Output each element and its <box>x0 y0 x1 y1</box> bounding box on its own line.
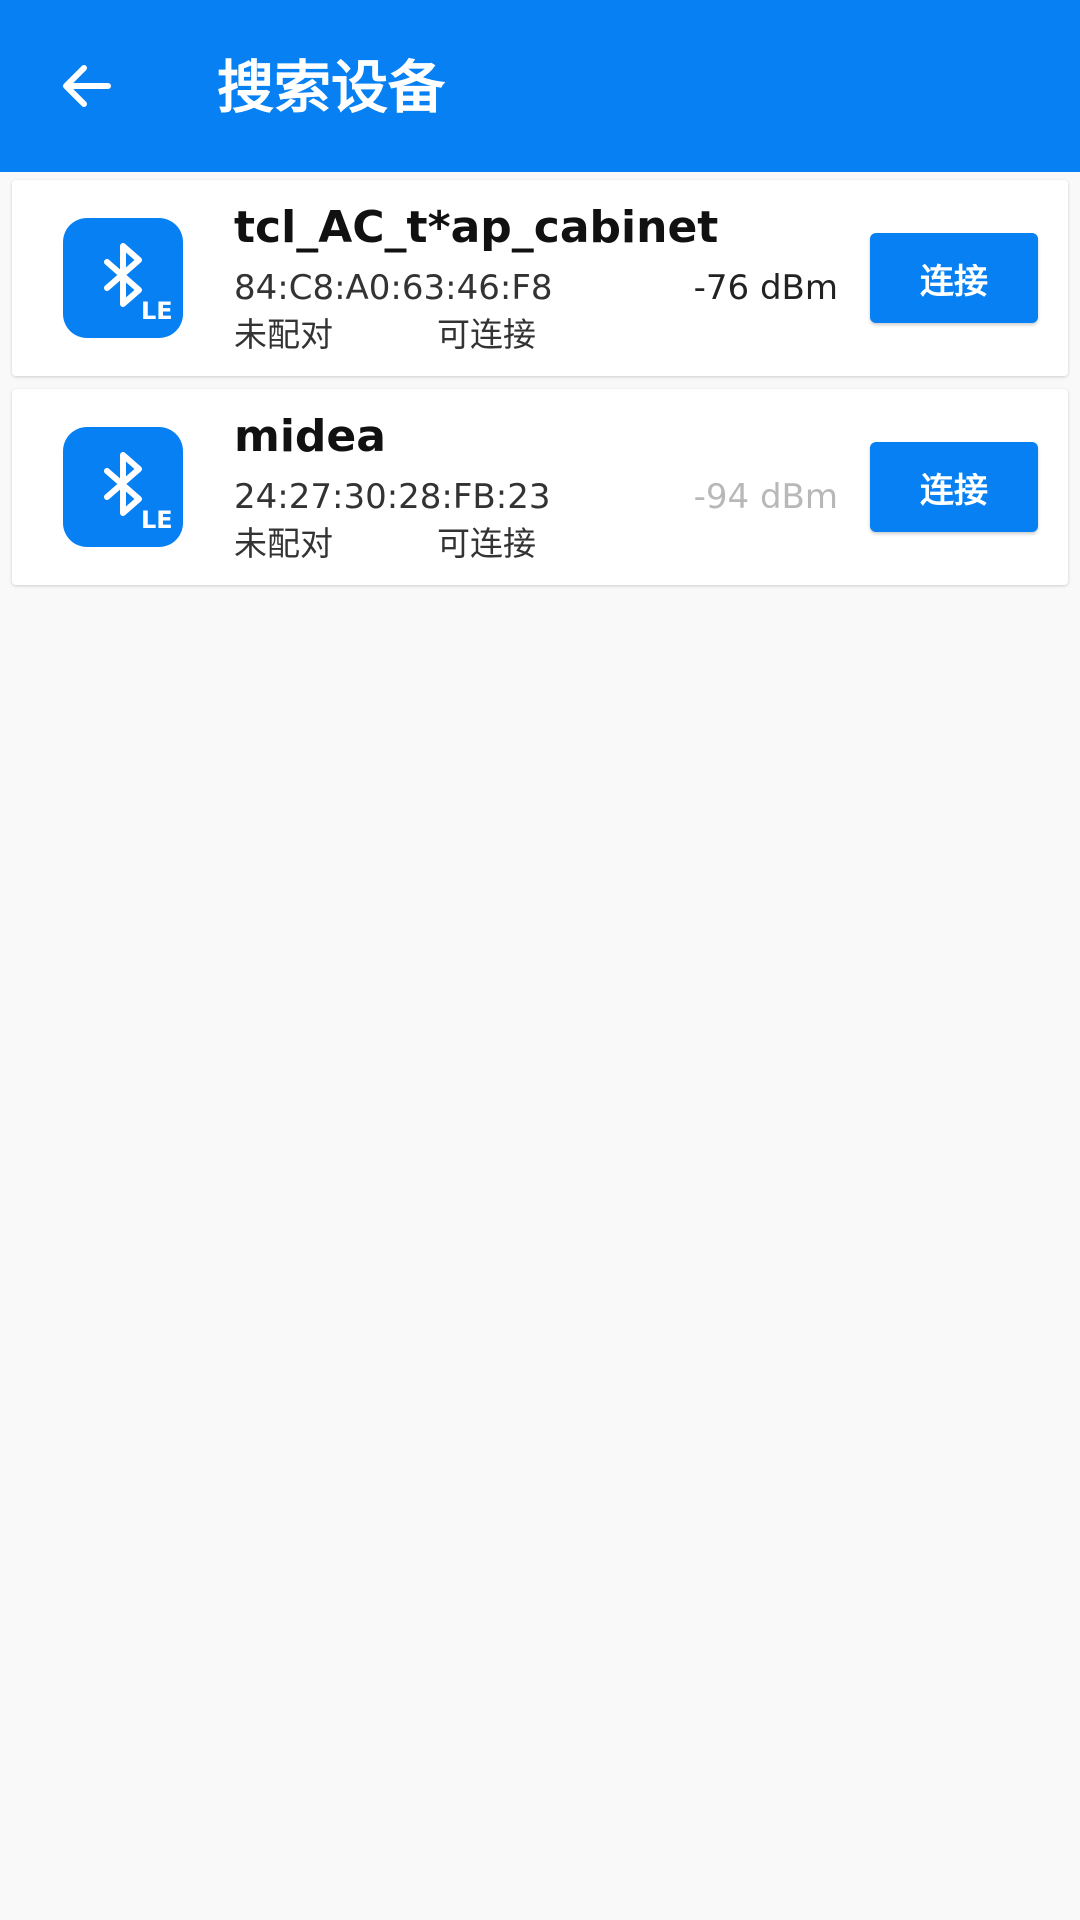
device-rssi: -76 dBm <box>693 268 838 308</box>
device-name: tcl_AC_t*ap_cabinet <box>234 202 719 253</box>
device-mac-address: 24:27:30:28:FB:23 <box>234 477 551 517</box>
device-rssi: -94 dBm <box>693 477 838 517</box>
le-badge: LE <box>141 506 173 534</box>
arrow-left-icon <box>63 65 111 107</box>
bluetooth-le-icon: LE <box>63 427 183 547</box>
device-bond-state: 未配对 <box>234 524 333 563</box>
connect-button[interactable]: 连接 <box>870 442 1038 532</box>
device-connectable-state: 可连接 <box>437 524 536 563</box>
device-list-item[interactable]: LE midea 24:27:30:28:FB:23 -94 dBm 未配对 可… <box>12 389 1068 585</box>
page-title: 搜索设备 <box>217 55 445 121</box>
back-button[interactable] <box>44 44 128 128</box>
app-toolbar: 搜索设备 <box>0 0 1080 172</box>
connect-button[interactable]: 连接 <box>870 233 1038 323</box>
le-badge: LE <box>141 297 173 325</box>
device-list-item[interactable]: LE tcl_AC_t*ap_cabinet 84:C8:A0:63:46:F8… <box>12 180 1068 376</box>
device-name: midea <box>234 411 386 462</box>
bluetooth-le-icon: LE <box>63 218 183 338</box>
device-bond-state: 未配对 <box>234 315 333 354</box>
device-connectable-state: 可连接 <box>437 315 536 354</box>
device-mac-address: 84:C8:A0:63:46:F8 <box>234 268 553 308</box>
